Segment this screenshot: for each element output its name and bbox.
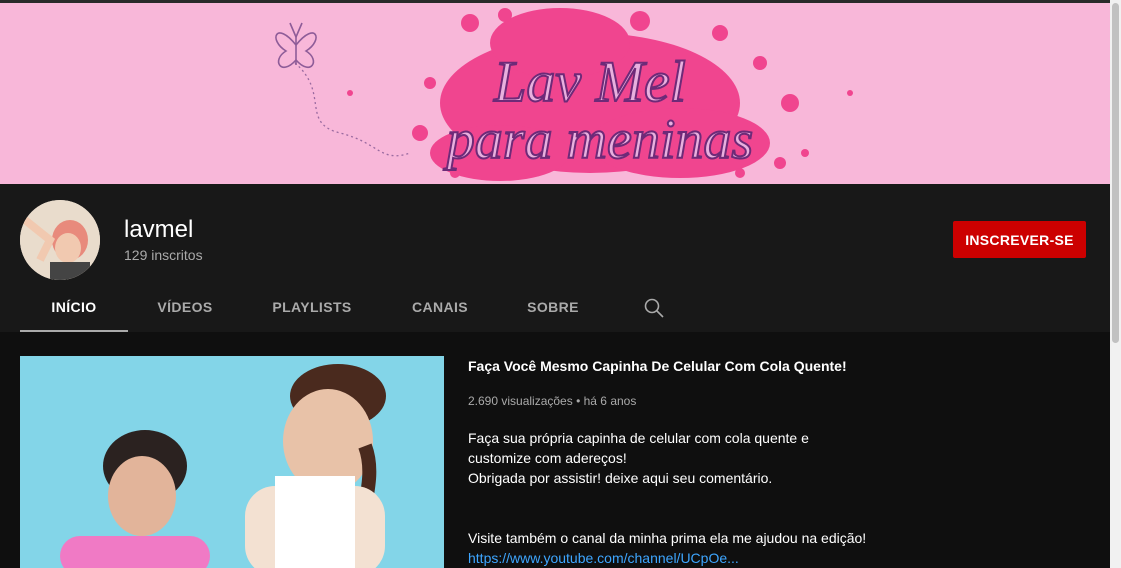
channel-header: lavmel 129 inscritos INSCREVER-SE INÍCIO…	[0, 184, 1110, 333]
channel-home-content: Faça Você Mesmo Capinha De Celular Com C…	[0, 332, 1110, 568]
tab-about[interactable]: SOBRE	[516, 284, 590, 330]
channel-name: lavmel	[124, 216, 194, 243]
description-line: Faça sua própria capinha de celular com …	[468, 430, 809, 446]
channel-avatar[interactable]	[20, 200, 100, 280]
search-icon[interactable]	[642, 296, 666, 320]
tab-home[interactable]: INÍCIO	[20, 284, 128, 333]
subscriber-count: 129 inscritos	[124, 247, 203, 263]
banner-title: Lav Mel para meninas	[442, 48, 754, 172]
featured-video-description: Faça sua própria capinha de celular com …	[468, 428, 888, 568]
channel-banner: Lav Mel para meninas	[0, 0, 1110, 184]
tab-channels[interactable]: CANAIS	[400, 284, 480, 330]
description-line: Visite também o canal da minha prima ela…	[468, 530, 867, 546]
upload-age: há 6 anos	[583, 394, 637, 408]
description-line: customize com adereços!	[468, 450, 627, 466]
featured-video-title[interactable]: Faça Você Mesmo Capinha De Celular Com C…	[468, 358, 847, 374]
subscribe-button[interactable]: INSCREVER-SE	[953, 221, 1086, 258]
description-link[interactable]: https://www.youtube.com/channel/UCpOe...	[468, 550, 739, 566]
banner-title-line1: Lav Mel	[493, 49, 686, 114]
view-count: 2.690 visualizações	[468, 394, 573, 408]
tab-playlists[interactable]: PLAYLISTS	[260, 284, 364, 330]
scrollbar-track[interactable]	[1110, 0, 1121, 568]
featured-video-thumbnail[interactable]	[20, 356, 444, 568]
banner-title-line2: para meninas	[443, 109, 753, 171]
meta-separator: •	[576, 394, 581, 408]
description-line: Obrigada por assistir! deixe aqui seu co…	[468, 470, 773, 486]
featured-video-meta: 2.690 visualizações • há 6 anos	[468, 394, 636, 408]
tab-videos[interactable]: VÍDEOS	[148, 284, 222, 330]
scrollbar-thumb[interactable]	[1112, 3, 1119, 343]
